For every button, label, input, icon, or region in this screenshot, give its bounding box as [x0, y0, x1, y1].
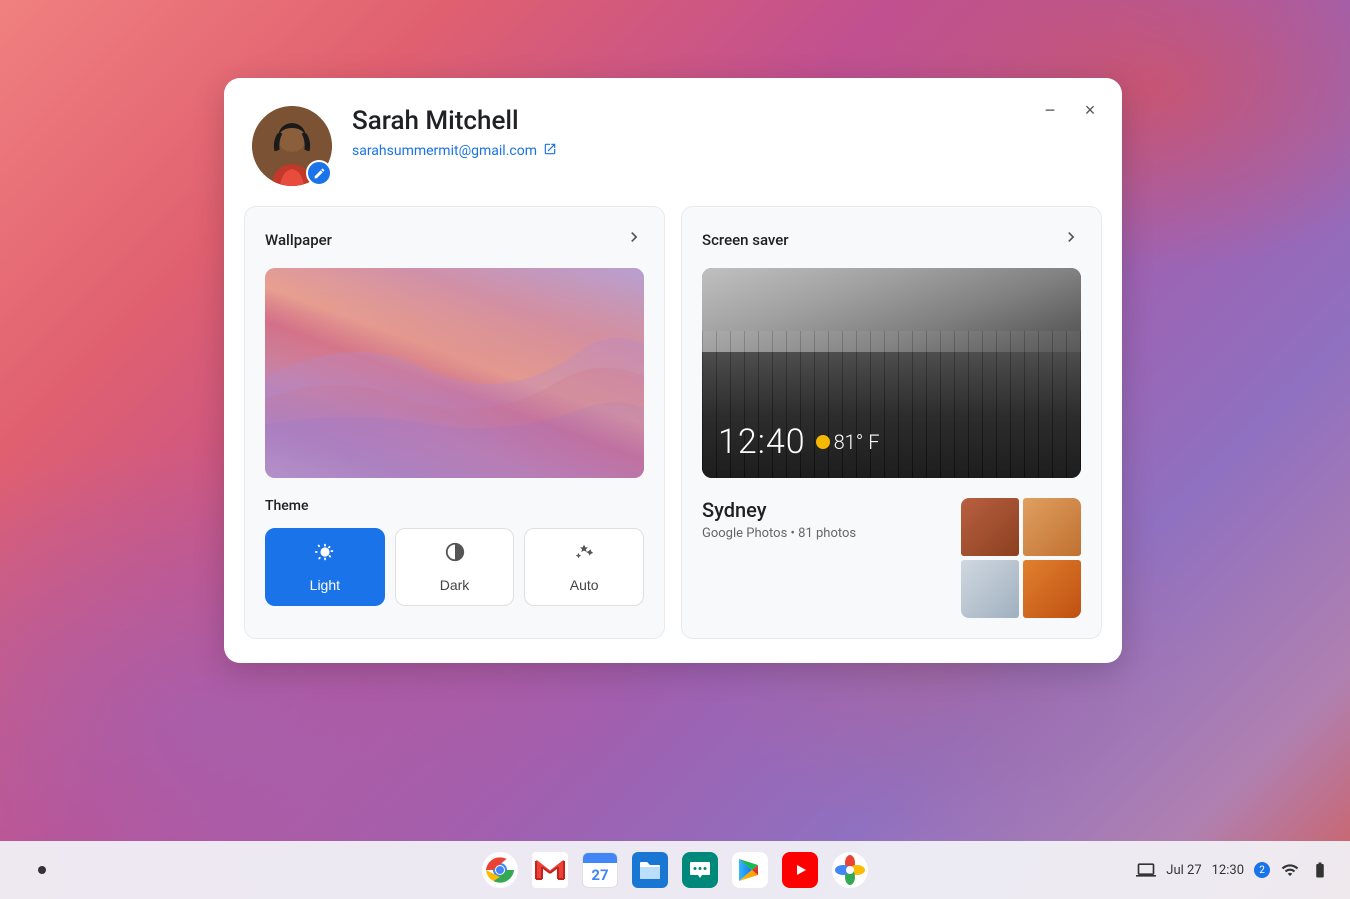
photos-icon	[832, 852, 868, 888]
theme-button-dark[interactable]: Dark	[395, 528, 515, 606]
photo-cell-1	[961, 498, 1019, 556]
taskbar-right: Jul 27 12:30 2	[1136, 860, 1330, 880]
files-icon	[632, 852, 668, 888]
external-link-icon	[543, 142, 557, 160]
chat-app[interactable]	[678, 848, 722, 892]
files-app[interactable]	[628, 848, 672, 892]
chat-icon	[682, 852, 718, 888]
screensaver-title: Screen saver	[702, 231, 789, 249]
notification-badge[interactable]: 2	[1254, 862, 1270, 878]
photo-cell-2	[1023, 498, 1081, 556]
gmail-app[interactable]	[528, 848, 572, 892]
screensaver-location: Sydney	[702, 498, 856, 522]
auto-label: Auto	[570, 577, 599, 593]
wallpaper-arrow[interactable]	[624, 227, 644, 252]
photos-app[interactable]	[828, 848, 872, 892]
wifi-icon[interactable]	[1280, 860, 1300, 880]
playstore-app[interactable]	[728, 848, 772, 892]
screensaver-overlay: 12:40 81° F	[718, 422, 879, 462]
wallpaper-card: Wallpaper Theme	[244, 206, 665, 639]
date-text: Jul 27	[1166, 863, 1201, 878]
calendar-top	[583, 853, 617, 863]
screensaver-card: Screen saver 12:40 81°	[681, 206, 1102, 639]
screensaver-preview[interactable]: 12:40 81° F	[702, 268, 1081, 478]
date-display: Jul 27	[1166, 863, 1201, 878]
launcher-dot	[38, 866, 46, 874]
chrome-app[interactable]	[478, 848, 522, 892]
wallpaper-title: Wallpaper	[265, 231, 332, 249]
screensaver-time: 12:40	[718, 422, 806, 462]
playstore-icon	[732, 852, 768, 888]
photo-cell-4	[1023, 560, 1081, 618]
time-display: 12:30	[1212, 863, 1244, 878]
cards-row: Wallpaper Theme	[224, 206, 1122, 663]
settings-dialog: − ×	[224, 78, 1122, 663]
email-text: sarahsummermit@gmail.com	[352, 143, 537, 159]
theme-buttons: Light Dark	[265, 528, 644, 606]
theme-button-auto[interactable]: Auto	[524, 528, 644, 606]
avatar-wrap	[252, 106, 332, 186]
taskbar-left	[20, 848, 64, 892]
screen-share-icon[interactable]	[1136, 860, 1156, 880]
screensaver-weather: 81° F	[816, 430, 880, 454]
dot-sep: •	[791, 526, 799, 541]
youtube-app[interactable]	[778, 848, 822, 892]
light-icon	[314, 541, 336, 569]
gmail-icon	[532, 852, 568, 888]
screensaver-text: Sydney Google Photos • 81 photos	[702, 498, 856, 541]
theme-section: Theme Light	[265, 498, 644, 606]
wallpaper-card-header: Wallpaper	[265, 227, 644, 252]
screensaver-meta: Google Photos • 81 photos	[702, 526, 856, 541]
light-label: Light	[310, 577, 340, 593]
user-email[interactable]: sarahsummermit@gmail.com	[352, 142, 557, 160]
screensaver-info: Sydney Google Photos • 81 photos	[702, 498, 1081, 618]
user-name: Sarah Mitchell	[352, 106, 557, 136]
dialog-header: Sarah Mitchell sarahsummermit@gmail.com	[224, 78, 1122, 206]
chrome-icon	[482, 852, 518, 888]
screensaver-arrow[interactable]	[1061, 227, 1081, 252]
taskbar-apps: 27	[478, 848, 872, 892]
theme-button-light[interactable]: Light	[265, 528, 385, 606]
photo-cell-3	[961, 560, 1019, 618]
youtube-icon	[782, 852, 818, 888]
launcher-button[interactable]	[20, 848, 64, 892]
photo-grid	[961, 498, 1081, 618]
album-source: Google Photos	[702, 526, 787, 541]
wallpaper-svg	[265, 268, 644, 478]
calendar-date: 27	[583, 863, 617, 887]
screensaver-card-header: Screen saver	[702, 227, 1081, 252]
auto-icon	[573, 541, 595, 569]
battery-icon[interactable]	[1310, 860, 1330, 880]
calendar-icon: 27	[582, 852, 618, 888]
calendar-app[interactable]: 27	[578, 848, 622, 892]
theme-label: Theme	[265, 498, 644, 514]
user-info: Sarah Mitchell sarahsummermit@gmail.com	[352, 106, 557, 160]
screensaver-temperature: 81° F	[834, 430, 880, 454]
wallpaper-preview[interactable]	[265, 268, 644, 478]
album-count: 81 photos	[798, 526, 856, 541]
dark-icon	[444, 541, 466, 569]
weather-dot-icon	[816, 435, 830, 449]
avatar-edit-button[interactable]	[306, 160, 332, 186]
taskbar: 27	[0, 841, 1350, 899]
time-text: 12:30	[1212, 863, 1244, 878]
dark-label: Dark	[440, 577, 470, 593]
